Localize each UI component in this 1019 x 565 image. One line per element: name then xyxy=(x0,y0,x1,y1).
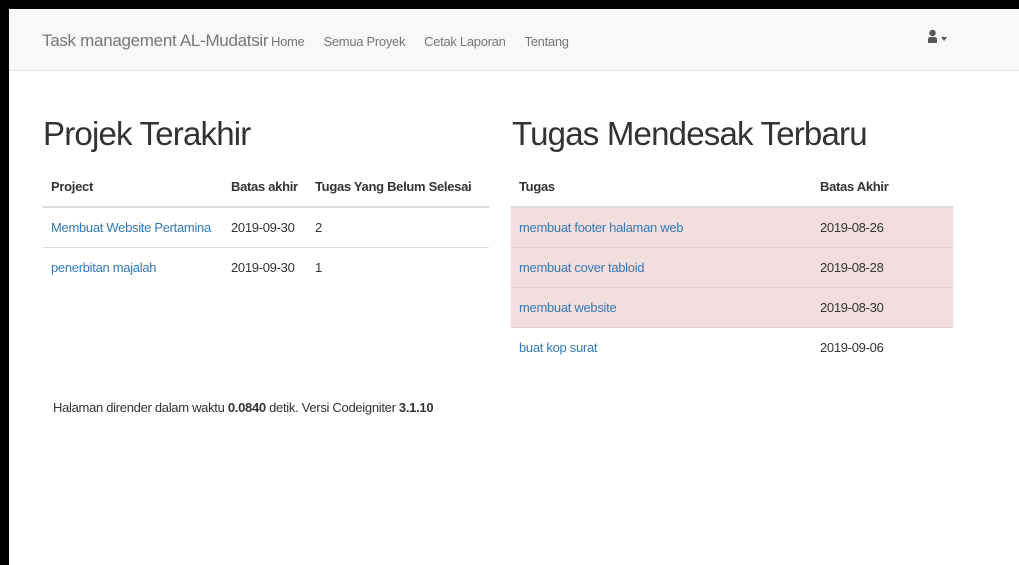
projects-table: Project Batas akhir Tugas Yang Belum Sel… xyxy=(43,167,489,287)
brand-link[interactable]: Task management AL-Mudatsir xyxy=(42,31,269,51)
table-row: penerbitan majalah 2019-09-30 1 xyxy=(43,247,489,287)
col-tugas: Tugas xyxy=(511,167,812,208)
task-link[interactable]: buat kop surat xyxy=(519,340,597,355)
pending-count-cell: 1 xyxy=(315,259,322,275)
table-header-row: Project Batas akhir Tugas Yang Belum Sel… xyxy=(43,167,489,208)
deadline-cell: 2019-08-28 xyxy=(812,247,953,288)
col-tugas-belum-selesai: Tugas Yang Belum Selesai xyxy=(307,167,489,208)
page: Task management AL-Mudatsir Home Semua P… xyxy=(9,9,1019,565)
table-row: buat kop surat 2019-09-06 xyxy=(511,327,953,367)
task-link[interactable]: membuat cover tabloid xyxy=(519,260,645,275)
nav-tentang[interactable]: Tentang xyxy=(525,34,569,49)
nav-home[interactable]: Home xyxy=(271,34,305,49)
pending-count-cell: 2 xyxy=(307,207,489,248)
deadline-cell: 2019-09-30 xyxy=(223,207,307,248)
project-name-cell: Membuat Website Pertamina xyxy=(43,207,223,248)
task-link[interactable]: membuat website xyxy=(519,300,617,315)
projects-title: Projek Terakhir xyxy=(43,115,251,152)
tasks-title: Tugas Mendesak Terbaru xyxy=(512,115,868,152)
table-row: membuat cover tabloid 2019-08-28 xyxy=(511,247,953,288)
col-project: Project xyxy=(43,167,223,208)
codeigniter-version: 3.1.10 xyxy=(398,400,434,415)
task-name-cell: buat kop surat xyxy=(511,327,812,367)
user-menu-dropdown[interactable] xyxy=(927,29,947,43)
tasks-table: Tugas Batas Akhir membuat footer halaman… xyxy=(511,167,953,367)
nav-links: Home Semua Proyek Cetak Laporan Tentang xyxy=(271,34,588,49)
render-info-footer: Halaman dirender dalam waktu 0.0840 deti… xyxy=(53,400,434,415)
render-time: 0.0840 xyxy=(227,400,266,415)
navbar: Task management AL-Mudatsir Home Semua P… xyxy=(9,9,1019,71)
deadline-cell: 2019-09-06 xyxy=(820,339,884,355)
footer-mid: detik. Versi Codeigniter xyxy=(265,400,399,415)
deadline-cell: 2019-08-30 xyxy=(812,287,953,328)
table-header-row: Tugas Batas Akhir xyxy=(511,167,953,208)
task-name-cell: membuat footer halaman web xyxy=(511,207,812,248)
task-name-cell: membuat website xyxy=(511,287,812,328)
caret-down-icon xyxy=(941,37,947,41)
col-batas-akhir: Batas akhir xyxy=(223,167,307,208)
footer-prefix: Halaman dirender dalam waktu xyxy=(53,400,228,415)
table-row: membuat footer halaman web 2019-08-26 xyxy=(511,207,953,248)
deadline-cell: 2019-08-26 xyxy=(812,207,953,248)
nav-cetak-laporan[interactable]: Cetak Laporan xyxy=(424,34,506,49)
nav-semua-proyek[interactable]: Semua Proyek xyxy=(323,34,405,49)
task-name-cell: membuat cover tabloid xyxy=(511,247,812,288)
deadline-cell: 2019-09-30 xyxy=(231,259,295,275)
table-row: membuat website 2019-08-30 xyxy=(511,287,953,328)
col-batas-akhir: Batas Akhir xyxy=(812,167,953,208)
project-link[interactable]: Membuat Website Pertamina xyxy=(51,220,211,235)
table-row: Membuat Website Pertamina 2019-09-30 2 xyxy=(43,207,489,248)
user-icon xyxy=(927,29,938,43)
project-name-cell: penerbitan majalah xyxy=(43,247,223,287)
project-link[interactable]: penerbitan majalah xyxy=(51,260,156,275)
task-link[interactable]: membuat footer halaman web xyxy=(519,220,683,235)
